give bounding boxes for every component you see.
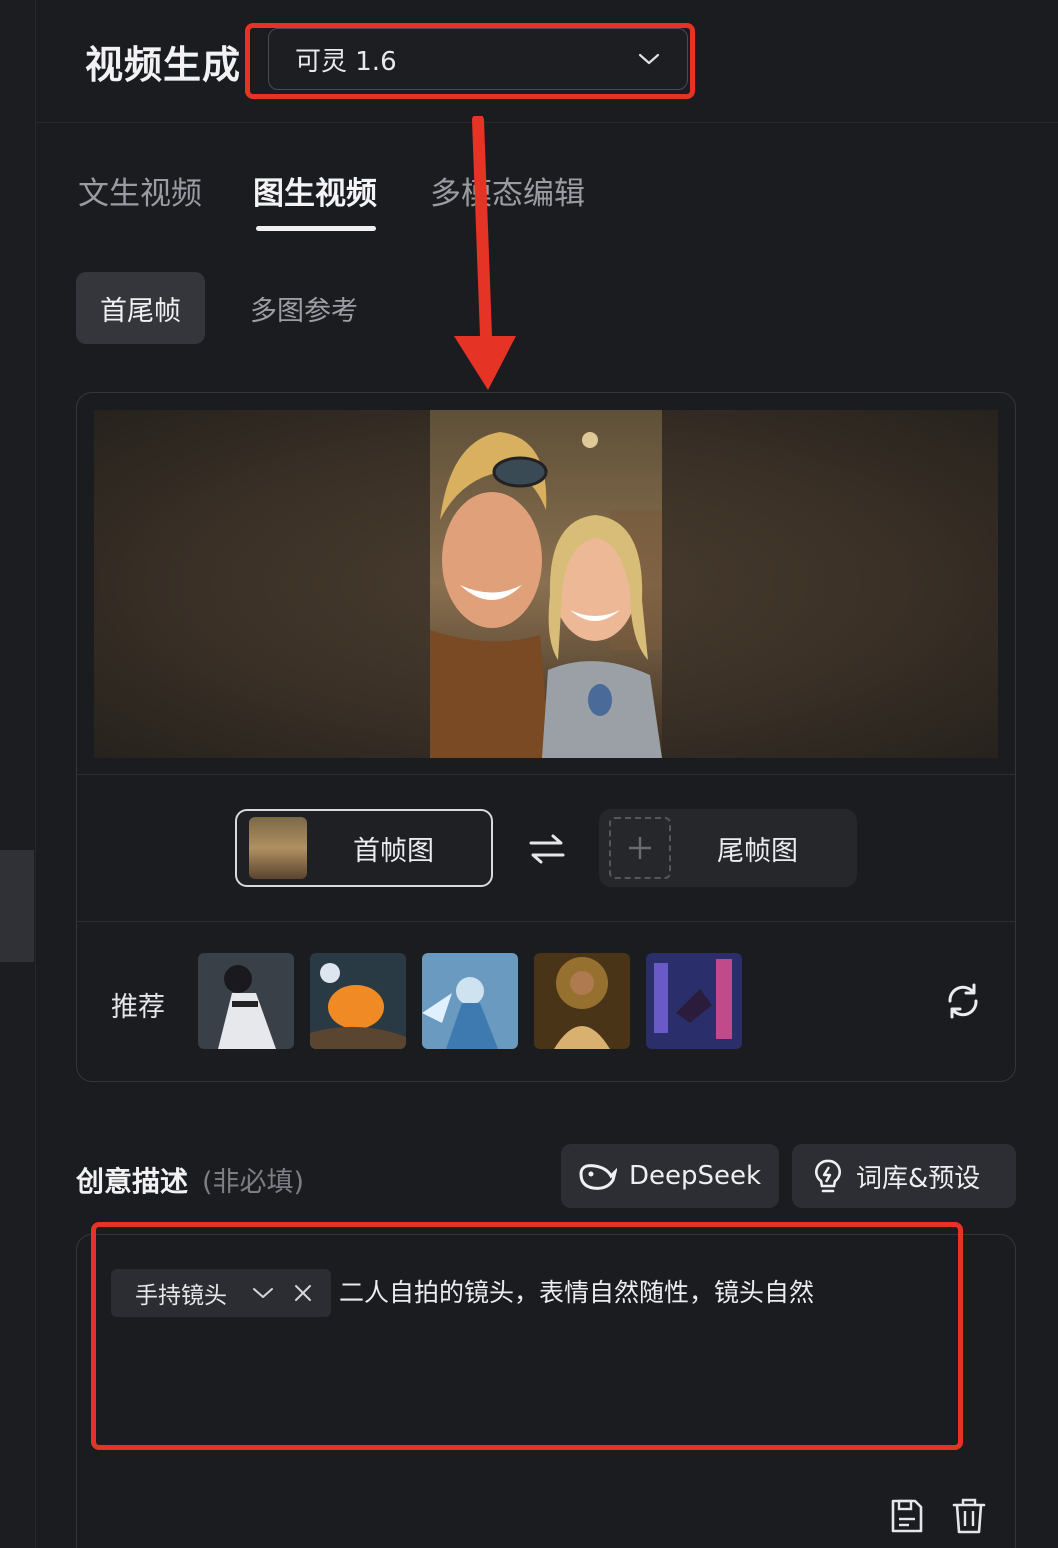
selfie-photo xyxy=(430,410,662,758)
lightbulb-icon xyxy=(815,1159,841,1193)
recommend-label: 推荐 xyxy=(111,992,165,1023)
refresh-icon[interactable] xyxy=(943,981,983,1021)
annotation-arrow-icon xyxy=(454,116,516,390)
tab-multimodal-edit[interactable]: 多模态编辑 xyxy=(430,168,585,213)
deepseek-whale-icon xyxy=(579,1164,617,1190)
subtab-first-last-frame[interactable]: 首尾帧 xyxy=(76,272,205,344)
chevron-down-icon xyxy=(638,53,660,65)
chevron-down-icon[interactable] xyxy=(251,1283,275,1303)
model-select[interactable]: 可灵 1.6 xyxy=(268,28,688,90)
plus-icon xyxy=(609,817,671,879)
deepseek-label: DeepSeek xyxy=(629,1161,762,1191)
tab-text-to-video[interactable]: 文生视频 xyxy=(78,168,202,213)
last-frame-label: 尾帧图 xyxy=(717,835,798,867)
header-divider xyxy=(36,122,1058,123)
card-divider xyxy=(77,774,1015,775)
recommend-thumbnail[interactable] xyxy=(422,953,518,1049)
deepseek-button[interactable]: DeepSeek xyxy=(561,1144,779,1208)
description-text[interactable]: 二人自拍的镜头，表情自然随性，镜头自然 xyxy=(339,1273,814,1309)
sidebar-resize-handle[interactable] xyxy=(0,850,34,962)
left-sidebar-gutter xyxy=(0,0,36,1548)
camera-tag-chip[interactable]: 手持镜头 xyxy=(111,1269,331,1317)
subtab-multi-image-reference[interactable]: 多图参考 xyxy=(226,272,382,344)
description-textarea[interactable]: 手持镜头 二人自拍的镜头，表情自然随性，镜头自然 xyxy=(76,1234,1016,1548)
trash-icon[interactable] xyxy=(951,1497,987,1535)
video-generation-page: 视频生成 可灵 1.6 文生视频 图生视频 多模态编辑 首尾帧 多图参考 首帧图… xyxy=(0,0,1058,1548)
card-divider xyxy=(77,921,1015,922)
recommend-thumbnail[interactable] xyxy=(534,953,630,1049)
first-frame-thumbnail xyxy=(249,817,307,879)
first-frame-button[interactable]: 首帧图 xyxy=(235,809,493,887)
last-frame-button[interactable]: 尾帧图 xyxy=(599,809,857,887)
camera-tag-label: 手持镜头 xyxy=(135,1283,227,1309)
description-title: 创意描述 xyxy=(76,1165,189,1198)
model-select-value: 可灵 1.6 xyxy=(295,46,397,77)
library-presets-button[interactable]: 词库&预设 xyxy=(792,1144,1016,1208)
library-presets-label: 词库&预设 xyxy=(856,1163,981,1194)
swap-icon[interactable] xyxy=(527,829,567,869)
description-optional-hint: (非必填) xyxy=(202,1167,305,1198)
frame-upload-card: 首帧图 尾帧图 推荐 xyxy=(76,392,1016,1082)
tab-image-to-video[interactable]: 图生视频 xyxy=(253,168,377,213)
image-preview[interactable] xyxy=(94,410,998,758)
save-icon[interactable] xyxy=(889,1497,925,1535)
recommend-thumbnail[interactable] xyxy=(646,953,742,1049)
close-icon[interactable] xyxy=(293,1283,313,1303)
active-tab-indicator xyxy=(256,226,376,231)
recommend-thumbnail[interactable] xyxy=(310,953,406,1049)
recommend-thumbnail[interactable] xyxy=(198,953,294,1049)
first-frame-label: 首帧图 xyxy=(353,835,434,867)
page-title: 视频生成 xyxy=(85,43,242,87)
